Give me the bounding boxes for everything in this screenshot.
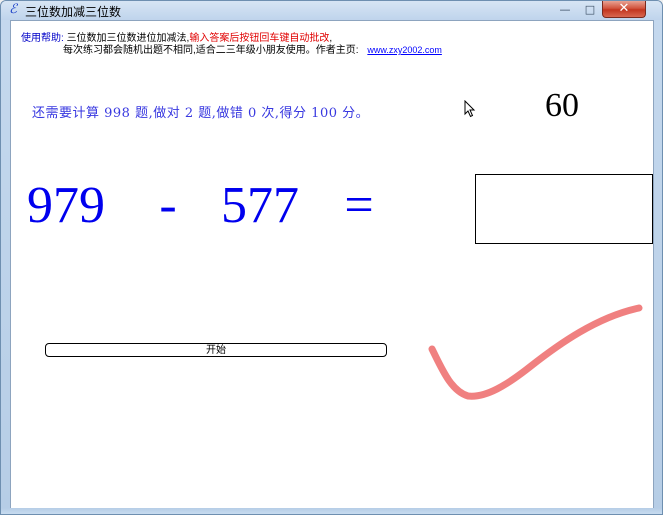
operand-a: 979 [27,177,105,234]
answer-input[interactable] [475,174,653,244]
help-text-2: 每次练习都会随机出题不相同,适合二三年级小朋友使用。作者主页: [63,45,359,56]
operator: - [159,177,177,234]
app-window: ℰ 三位数加减三位数 — □ ✕ 使用帮助: 三位数加三位数进位加减法,输入答案… [0,0,663,515]
minimize-icon[interactable]: — [552,1,578,18]
window-title: 三位数加减三位数 [25,5,122,19]
client-area: 使用帮助: 三位数加三位数进位加减法,输入答案后按钮回车键自动批改, 每次练习都… [10,20,654,510]
help-label: 使用帮助: [21,33,64,44]
title-bar[interactable]: ℰ 三位数加减三位数 — □ ✕ [1,1,662,20]
close-icon: ✕ [618,1,630,16]
help-line-2: 每次练习都会随机出题不相同,适合二三年级小朋友使用。作者主页: www.zxy2… [63,44,442,57]
help-text-1-end: , [329,33,333,44]
countdown-timer: 60 [545,87,579,124]
help-text-red: 输入答案后按钮回车键自动批改 [189,33,330,44]
window-frame-bottom [1,508,662,514]
mouse-cursor-icon [464,100,476,118]
question-expression: 979-577 = [27,171,379,241]
start-button[interactable]: 开始 [45,343,387,357]
app-icon: ℰ [9,2,17,17]
equals-sign: = [344,177,374,234]
status-text: 还需要计算 998 题,做对 2 题,做错 0 次,得分 100 分。 [32,106,370,121]
close-button[interactable]: ✕ [602,1,646,18]
operand-b: 577 [221,177,299,234]
help-text-1: 三位数加三位数进位加减法, [66,33,190,44]
maximize-icon[interactable]: □ [580,1,600,18]
homepage-link[interactable]: www.zxy2002.com [367,45,442,55]
